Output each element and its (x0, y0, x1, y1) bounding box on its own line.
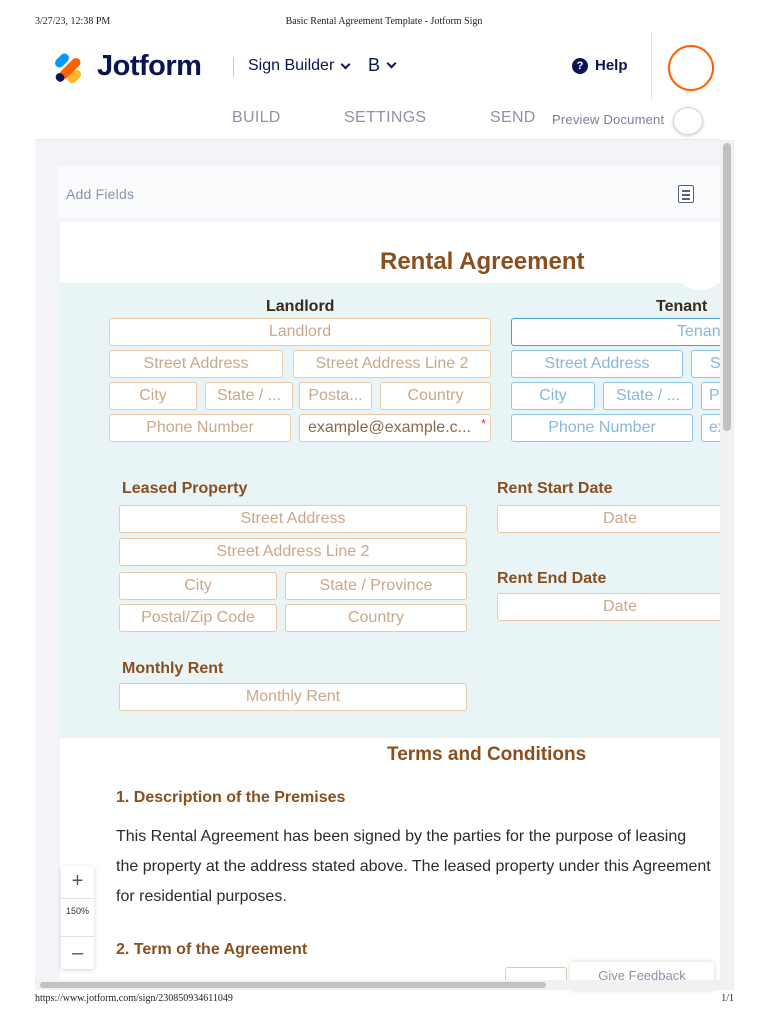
jotform-logo[interactable]: Jotform (53, 50, 202, 85)
property-street-field[interactable]: Street Address (119, 505, 467, 533)
tenant-email-field[interactable]: ex (701, 414, 720, 442)
property-city-field[interactable]: City (119, 572, 277, 600)
tenant-phone-field[interactable]: Phone Number (511, 414, 693, 442)
b-menu[interactable]: B (368, 55, 397, 76)
logo-text: Jotform (97, 50, 202, 82)
header-divider (233, 57, 234, 77)
zoom-divider (61, 898, 94, 899)
landlord-email-field[interactable]: example@example.c... (299, 414, 491, 442)
jotform-logo-icon (53, 51, 85, 85)
vertical-scrollbar[interactable] (723, 143, 731, 431)
clause-1-line: This Rental Agreement has been signed by… (116, 828, 687, 845)
tenant-street-field[interactable]: Street Address (511, 350, 683, 378)
zoom-out-button[interactable]: – (61, 938, 94, 968)
tenant-heading: Tenant (656, 298, 708, 315)
zoom-in-button[interactable]: + (61, 866, 94, 896)
tenant-name-field[interactable]: Tenan (511, 318, 720, 346)
help-button[interactable]: ? Help (572, 57, 628, 74)
leased-property-heading: Leased Property (122, 480, 248, 497)
partial-field[interactable] (505, 967, 567, 981)
property-postal-field[interactable]: Postal/Zip Code (119, 604, 277, 632)
tenant-postal-field[interactable]: P (701, 382, 720, 410)
tenant-street2-field[interactable]: S (691, 350, 720, 378)
print-header: 3/27/23, 12:38 PM Basic Rental Agreement… (0, 16, 768, 30)
rent-start-heading: Rent Start Date (497, 480, 613, 497)
print-page-number: 1/1 (721, 993, 734, 1004)
rent-start-date-field[interactable]: Date (497, 505, 720, 533)
monthly-rent-heading: Monthly Rent (122, 660, 224, 677)
document-list-icon[interactable] (674, 185, 694, 206)
tab-settings[interactable]: SETTINGS (344, 109, 426, 127)
chevron-down-icon (340, 59, 351, 69)
terms-heading: Terms and Conditions (387, 744, 587, 765)
print-url: https://www.jotform.com/sign/23085093461… (35, 993, 233, 1004)
sign-builder-menu[interactable]: Sign Builder (248, 57, 351, 75)
zoom-divider (61, 936, 94, 937)
sign-builder-label: Sign Builder (248, 57, 335, 74)
tenant-city-field[interactable]: City (511, 382, 595, 410)
landlord-street-field[interactable]: Street Address (109, 350, 283, 378)
chevron-down-icon (386, 58, 397, 69)
document-page: Rental Agreement Landlord Landlord Stree… (60, 222, 720, 980)
avatar[interactable] (668, 45, 714, 91)
clause-1-line: for residential purposes. (116, 888, 287, 905)
landlord-street2-field[interactable]: Street Address Line 2 (293, 350, 491, 378)
b-menu-label: B (368, 55, 381, 75)
document-title: Rental Agreement (380, 248, 585, 275)
landlord-state-field[interactable]: State / ... (205, 382, 293, 410)
property-state-field[interactable]: State / Province (285, 572, 467, 600)
zoom-level: 150% (65, 906, 90, 916)
property-country-field[interactable]: Country (285, 604, 467, 632)
fields-toolbar (58, 166, 720, 218)
monthly-rent-field[interactable]: Monthly Rent (119, 683, 467, 711)
clause-2-title: 2. Term of the Agreement (116, 941, 308, 958)
tab-send[interactable]: SEND (490, 109, 536, 127)
tab-build[interactable]: BUILD (232, 109, 281, 127)
rent-end-date-field[interactable]: Date (497, 593, 720, 621)
landlord-heading: Landlord (266, 298, 335, 315)
print-page-title: Basic Rental Agreement Template - Jotfor… (285, 16, 483, 27)
clause-1-title: 1. Description of the Premises (116, 789, 346, 806)
preview-toggle[interactable] (673, 107, 703, 135)
horizontal-scrollbar[interactable] (40, 982, 546, 988)
preview-document-label: Preview Document (552, 112, 665, 127)
landlord-phone-field[interactable]: Phone Number (109, 414, 291, 442)
property-street2-field[interactable]: Street Address Line 2 (119, 538, 467, 566)
header-divider-right (651, 33, 652, 101)
help-label: Help (595, 57, 628, 74)
help-icon: ? (572, 57, 588, 74)
landlord-name-field[interactable]: Landlord (109, 318, 491, 346)
tenant-state-field[interactable]: State / ... (603, 382, 693, 410)
rent-end-heading: Rent End Date (497, 570, 607, 587)
landlord-postal-field[interactable]: Posta... (299, 382, 372, 410)
landlord-country-field[interactable]: Country (380, 382, 491, 410)
clause-1-line: the property at the address stated above… (116, 858, 711, 875)
zoom-control: + 150% – (61, 866, 94, 969)
landlord-city-field[interactable]: City (109, 382, 197, 410)
required-marker: * (481, 416, 487, 431)
add-fields-button[interactable]: Add Fields (66, 186, 134, 202)
